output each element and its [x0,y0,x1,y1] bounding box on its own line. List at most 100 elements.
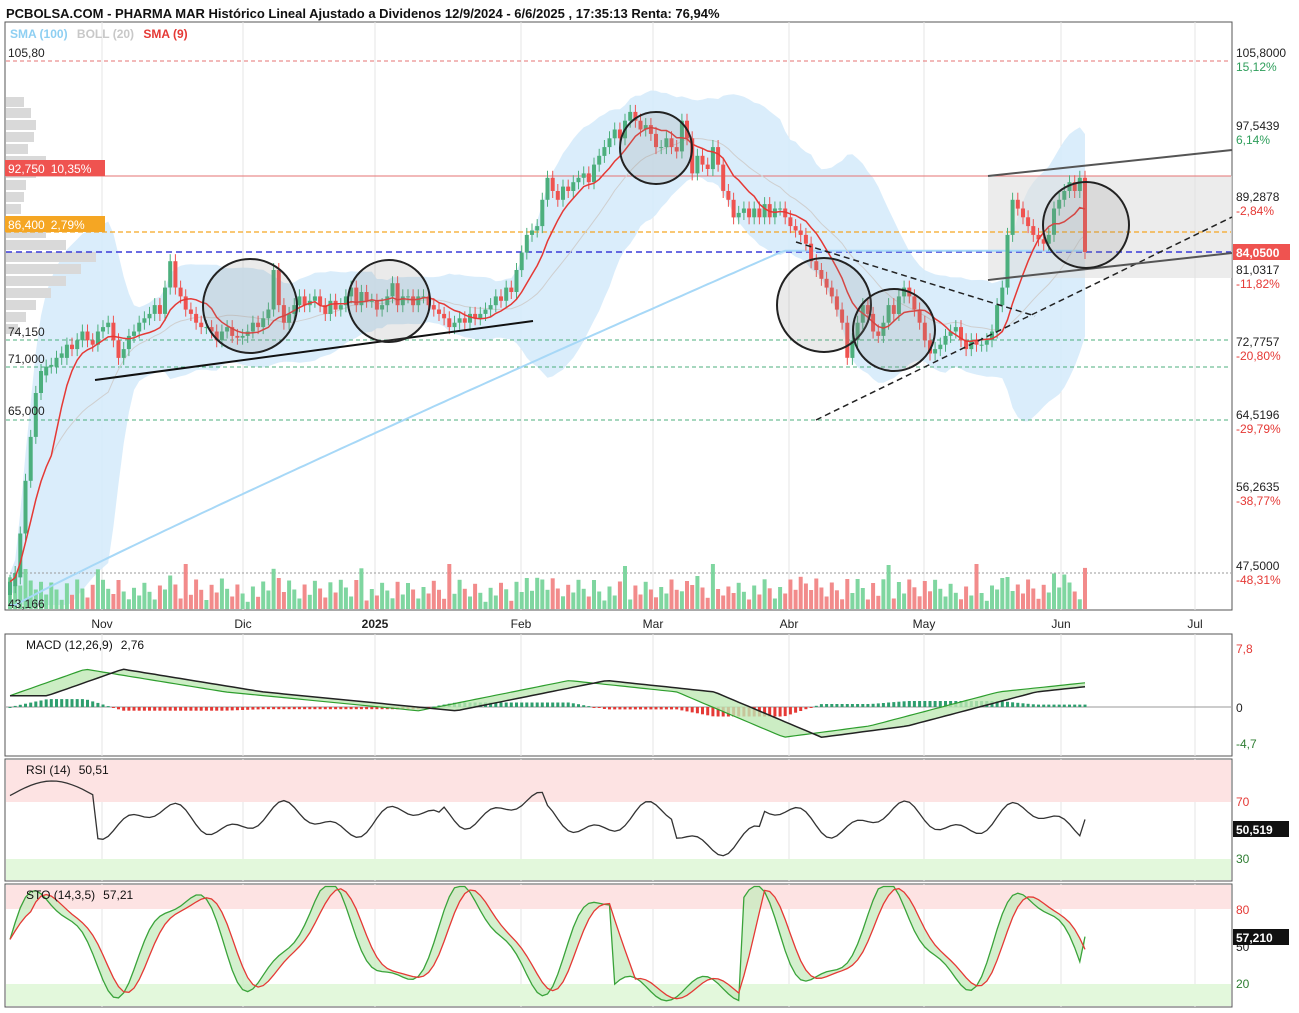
macd-histogram-bar [546,702,549,707]
macd-histogram-bar [840,704,844,707]
volume-bar [928,591,932,610]
volume-bar [188,594,193,610]
volume-bar [685,581,689,609]
volume-bar [669,579,674,609]
macd-histogram-bar [809,707,813,708]
macd-histogram-bar [80,699,84,707]
volume-bar [995,589,1000,609]
volume-bar [953,592,958,610]
macd-histogram-bar [685,707,689,712]
volume-bar [116,580,121,609]
volume-bar [948,583,953,610]
volume-bar [824,596,829,609]
volume-bar [1067,582,1072,609]
volume-bar [617,581,622,609]
macd-histogram-bar [509,702,513,707]
legend-sma9: SMA (9) [143,27,187,41]
macd-histogram-bar [163,707,167,711]
macd-histogram-bar [602,707,606,709]
volume-bar [452,593,457,610]
left-label-71: 71,000 [8,352,45,366]
volume-bar [276,578,281,609]
volume-profile-bar [6,144,28,154]
macd-histogram-bar [39,700,43,707]
volume-bar [690,585,695,609]
macd-histogram-bar [1078,704,1082,707]
macd-histogram-bar [845,704,849,707]
macd-histogram-bar [654,707,658,710]
left-badge-red-text: 92,750 10,35% [8,162,92,176]
macd-histogram-bar [287,707,291,710]
volume-bar [1015,584,1020,609]
volume-bar [70,594,74,610]
orange-level-pct: 2,79% [51,218,85,232]
macd-histogram-bar [659,707,663,710]
macd-histogram-bar [902,701,906,707]
candle [1010,192,1015,242]
macd-histogram-bar [1011,702,1015,707]
volume-bar [1005,577,1010,609]
legend-boll: BOLL (20) [77,27,134,41]
macd-histogram-bar [701,707,704,715]
volume-bar [788,579,793,609]
volume-bar [912,587,917,610]
macd-histogram-bar [1073,704,1077,707]
volume-bar [147,591,152,610]
volume-bar [716,589,721,609]
macd-histogram-bar [633,707,637,710]
macd-histogram-bar [680,707,684,711]
macd-histogram-bar [799,707,803,711]
x-tick-label: May [913,617,936,631]
volume-bar [524,578,529,609]
volume-bar [602,600,607,609]
macd-histogram-bar [819,704,823,707]
left-label-74: 74,150 [8,325,45,339]
volume-bar [767,588,772,610]
y-axis-pct: -48,31% [1236,573,1281,587]
x-axis-labels: Nov Dic 2025 Feb Mar Abr May Jun Jul [91,617,1202,631]
macd-histogram-bar [194,707,198,711]
macd-histogram-bar [334,707,338,710]
macd-histogram-bar [788,707,792,715]
volume-bar [380,582,385,610]
macd-histogram-bar [783,707,787,717]
volume-bar [907,579,912,609]
volume-profile-bar [6,312,26,322]
macd-histogram-bar [649,707,653,710]
macd-histogram-bar [251,707,255,710]
candle [23,473,28,541]
legend-row: SMA (100) BOLL (20) SMA (9) [10,27,188,41]
volume-bar [509,600,514,610]
macd-histogram-bar [690,707,694,713]
volume-bar [638,594,643,609]
volume-bar [979,593,984,609]
macd-histogram-bar [1052,704,1056,707]
macd-histogram-bar [912,701,916,707]
volume-bar [943,596,948,609]
circle-3 [619,111,693,185]
macd-histogram-bar [1037,704,1040,707]
volume-bar [385,590,390,609]
y-axis-value: 97,5439 [1236,119,1280,133]
red-level-pct: 10,35% [51,162,92,176]
volume-bar [881,579,886,610]
volume-bar [1062,574,1067,609]
macd-histogram-bar [850,704,854,707]
x-tick-label: Feb [511,617,532,631]
volume-bar [752,585,757,609]
y-axis-pct: 6,14% [1236,133,1270,147]
volume-bar [261,581,266,609]
volume-profile-bar [6,300,36,310]
volume-bar [343,587,348,609]
macd-title: MACD (12,26,9) 2,76 [26,638,144,652]
volume-bar [178,598,183,609]
rsi-last-text: 50,519 [1236,823,1273,837]
macd-histogram-bar [706,707,710,716]
volume-bar [44,594,49,609]
volume-profile-bar [6,180,26,190]
rsi-title: RSI (14) 50,51 [26,763,109,777]
volume-bar [157,585,162,609]
x-tick-label: 2025 [362,617,389,631]
macd-histogram-bar [597,707,601,708]
volume-bar [840,599,845,610]
